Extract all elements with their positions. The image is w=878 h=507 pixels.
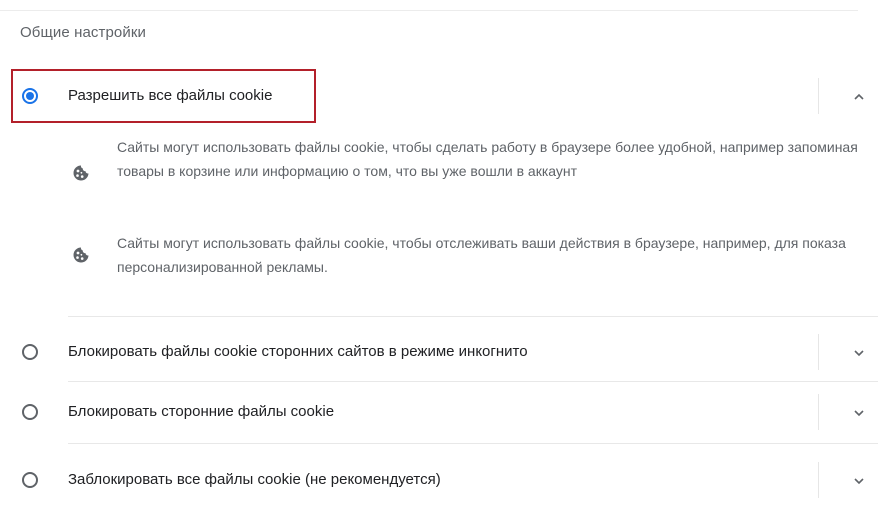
- row-separator: [818, 334, 819, 370]
- chevron-down-icon[interactable]: [852, 346, 866, 360]
- option-divider: [68, 381, 878, 382]
- detail-text-convenience: Сайты могут использовать файлы cookie, ч…: [117, 139, 858, 179]
- highlight-box: [11, 69, 316, 123]
- detail-text-tracking: Сайты могут использовать файлы cookie, ч…: [117, 235, 846, 275]
- radio-block-all-cookies[interactable]: [22, 472, 38, 488]
- radio-block-third-party[interactable]: [22, 404, 38, 420]
- option-block-all-cookies[interactable]: Заблокировать все файлы cookie (не реком…: [0, 453, 878, 507]
- row-separator: [818, 78, 819, 114]
- top-divider: [0, 10, 858, 11]
- chevron-up-icon[interactable]: [852, 90, 866, 104]
- section-title: Общие настройки: [20, 24, 146, 41]
- option-block-third-party[interactable]: Блокировать сторонние файлы cookie: [0, 385, 878, 439]
- row-separator: [818, 462, 819, 498]
- option-divider: [68, 443, 878, 444]
- cookie-icon: [73, 247, 89, 263]
- option-label-block-incognito: Блокировать файлы cookie сторонних сайто…: [68, 343, 528, 360]
- cookie-icon: [73, 165, 89, 181]
- radio-block-third-party-incognito[interactable]: [22, 344, 38, 360]
- option-block-third-party-incognito[interactable]: Блокировать файлы cookie сторонних сайто…: [0, 325, 878, 379]
- option-divider: [68, 316, 878, 317]
- option-label-block-third-party: Блокировать сторонние файлы cookie: [68, 403, 335, 420]
- option-label-block-all: Заблокировать все файлы cookie (не реком…: [68, 471, 441, 488]
- row-separator: [818, 394, 819, 430]
- chevron-down-icon[interactable]: [852, 474, 866, 488]
- chevron-down-icon[interactable]: [852, 406, 866, 420]
- cookie-settings-panel: Общие настройки Разрешить все файлы cook…: [0, 0, 878, 507]
